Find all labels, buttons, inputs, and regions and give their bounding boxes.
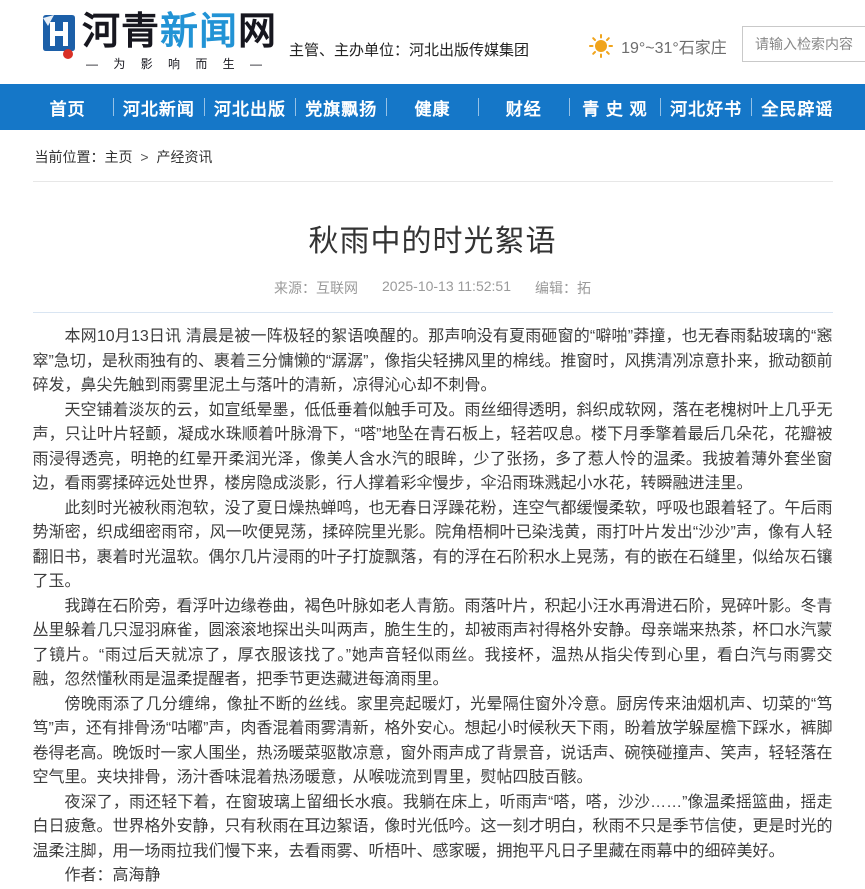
article-paragraph: 夜深了，雨还轻下着，在窗玻璃上留细长水痕。我躺在床上，听雨声“嗒，嗒，沙沙……”… bbox=[33, 791, 833, 865]
nav-item-rumor-refutation[interactable]: 全民辟谣 bbox=[752, 95, 842, 120]
logo-tagline: — 为 影 响 而 生 — bbox=[82, 55, 277, 72]
nav-item-history-view[interactable]: 青 史 观 bbox=[570, 95, 660, 120]
sponsor-text: 主管、主办单位：河北出版传媒集团 bbox=[289, 39, 529, 60]
weather-text: 19°~31°石家庄 bbox=[621, 34, 727, 58]
nav-item-home[interactable]: 首页 bbox=[23, 95, 113, 120]
logo-text-part2: 新闻 bbox=[160, 11, 238, 53]
article-paragraph: 我蹲在石阶旁，看浮叶边缘卷曲，褐色叶脉如老人青筋。雨落叶片，积起小汪水再滑进石阶… bbox=[33, 595, 833, 693]
article-datetime: 2025-10-13 11:52:51 bbox=[382, 278, 511, 298]
page: 河青新闻网 — 为 影 响 而 生 — 主管、主办单位：河北出版传媒集团 bbox=[0, 0, 865, 779]
article-title: 秋雨中的时光絮语 bbox=[33, 216, 833, 260]
article-meta: 来源：互联网 2025-10-13 11:52:51 编辑：拓 bbox=[33, 278, 833, 298]
nav-item-hebei-books[interactable]: 河北好书 bbox=[661, 95, 751, 120]
article-paragraph: 傍晚雨添了几分缠绵，像扯不断的丝线。家里亮起暖灯，光晕隔住窗外冷意。厨房传来油烟… bbox=[33, 693, 833, 791]
article-body: 本网10月13日讯 清晨是被一阵极轻的絮语唤醒的。那声响没有夏雨砸窗的“噼啪”莽… bbox=[33, 325, 833, 889]
nav-item-hebei-publishing[interactable]: 河北出版 bbox=[205, 95, 295, 120]
breadcrumb: 当前位置：主页 > 产经资讯 bbox=[33, 130, 833, 182]
article-author: 作者：高海静 bbox=[33, 864, 833, 889]
breadcrumb-current-link[interactable]: 产经资讯 bbox=[156, 149, 212, 165]
nav-item-hebei-news[interactable]: 河北新闻 bbox=[114, 95, 204, 120]
article-paragraph: 天空铺着淡灰的云，如宣纸晕墨，低低垂着似触手可及。雨丝细得透明，斜织成软网，落在… bbox=[33, 399, 833, 497]
search-input[interactable] bbox=[742, 26, 865, 62]
meta-divider bbox=[33, 312, 833, 313]
logo-emblem-icon bbox=[40, 14, 78, 64]
weather-widget: 19°~31°石家庄 bbox=[589, 34, 727, 58]
article-editor: 编辑：拓 bbox=[535, 278, 591, 298]
nav-item-party-flag[interactable]: 党旗飘扬 bbox=[296, 95, 386, 120]
breadcrumb-label: 当前位置： bbox=[35, 149, 105, 165]
site-logo[interactable]: 河青新闻网 — 为 影 响 而 生 — bbox=[40, 12, 277, 72]
nav-item-health[interactable]: 健康 bbox=[387, 95, 477, 120]
breadcrumb-separator: > bbox=[140, 149, 148, 165]
breadcrumb-home-link[interactable]: 主页 bbox=[105, 149, 133, 165]
sun-icon bbox=[589, 34, 613, 58]
site-header: 河青新闻网 — 为 影 响 而 生 — 主管、主办单位：河北出版传媒集团 bbox=[0, 0, 865, 84]
logo-text-part3: 网 bbox=[238, 11, 277, 53]
nav-item-finance[interactable]: 财经 bbox=[479, 95, 569, 120]
article-page: 秋雨中的时光絮语 来源：互联网 2025-10-13 11:52:51 编辑：拓… bbox=[33, 216, 833, 889]
article-paragraph: 本网10月13日讯 清晨是被一阵极轻的絮语唤醒的。那声响没有夏雨砸窗的“噼啪”莽… bbox=[33, 325, 833, 399]
article-source: 来源：互联网 bbox=[274, 278, 358, 298]
breadcrumb-bar: 当前位置：主页 > 产经资讯 bbox=[0, 130, 865, 182]
logo-text-part1: 河青 bbox=[82, 11, 160, 53]
article-paragraph: 此刻时光被秋雨泡软，没了夏日燥热蝉鸣，也无春日浮躁花粉，连空气都缓慢柔软，呼吸也… bbox=[33, 497, 833, 595]
main-nav: 首页 河北新闻 河北出版 党旗飘扬 健康 财经 青 史 观 河北好书 全民辟谣 bbox=[0, 84, 865, 130]
logo-text: 河青新闻网 bbox=[82, 12, 277, 52]
